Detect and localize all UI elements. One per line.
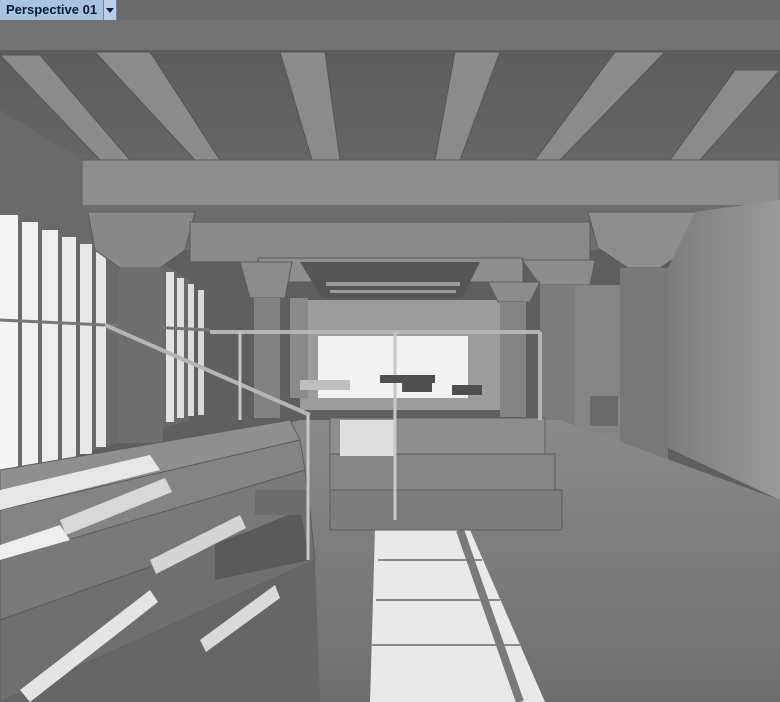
viewport-title[interactable]: Perspective 01 (0, 0, 105, 20)
right-wall (668, 200, 780, 500)
left-column (118, 268, 163, 443)
chevron-down-icon[interactable] (104, 0, 118, 20)
ceiling-edge (0, 20, 780, 50)
stepped-platform (329, 417, 563, 531)
viewport-tab[interactable]: Perspective 01 (0, 0, 118, 20)
main-beam (81, 159, 780, 213)
mid-beam (189, 221, 591, 263)
perspective-viewport[interactable]: Perspective 01 (0, 0, 780, 702)
render-canvas[interactable] (0, 0, 780, 702)
